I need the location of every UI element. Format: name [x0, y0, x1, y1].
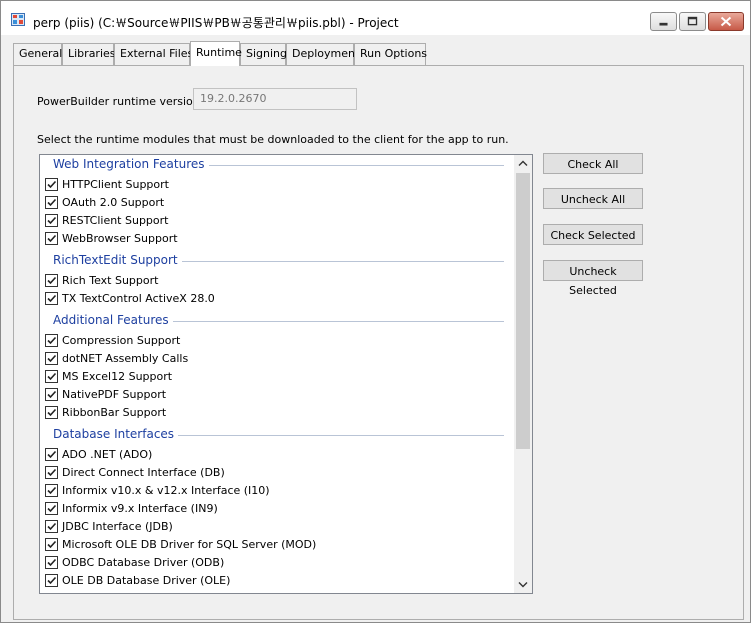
module-checkbox[interactable] — [45, 196, 58, 209]
module-label: OAuth 2.0 Support — [62, 196, 165, 209]
tab-run-options[interactable]: Run Options — [354, 43, 427, 65]
group-header: RichTextEdit Support — [53, 253, 178, 267]
runtime-version-label: PowerBuilder runtime version: — [37, 95, 204, 108]
module-label: RESTClient Support — [62, 214, 169, 227]
check-all-button[interactable]: Check All — [543, 153, 643, 174]
checkmark-icon — [47, 336, 57, 345]
checkmark-icon — [47, 450, 57, 459]
minimize-button[interactable] — [650, 12, 677, 31]
chevron-up-icon — [518, 160, 528, 166]
vertical-scrollbar[interactable] — [514, 155, 532, 593]
module-checkbox[interactable] — [45, 292, 58, 305]
module-checkbox[interactable] — [45, 484, 58, 497]
runtime-modules-list[interactable]: Web Integration Features HTTPClient Suppo… — [39, 154, 533, 594]
checkmark-icon — [47, 180, 57, 189]
scroll-thumb[interactable] — [516, 173, 530, 449]
module-checkbox[interactable] — [45, 388, 58, 401]
module-checkbox[interactable] — [45, 178, 58, 191]
project-icon — [11, 13, 25, 26]
runtime-version-field: 19.2.0.2670 — [193, 88, 357, 110]
checkmark-icon — [47, 504, 57, 513]
module-label: Rich Text Support — [62, 274, 159, 287]
checkmark-icon — [47, 540, 57, 549]
module-label: Microsoft OLE DB Driver for SQL Server (… — [62, 538, 317, 551]
runtime-panel: PowerBuilder runtime version: 19.2.0.267… — [13, 65, 744, 620]
checkmark-icon — [47, 198, 57, 207]
scroll-up-button[interactable] — [514, 155, 532, 172]
module-label: dotNET Assembly Calls — [62, 352, 189, 365]
close-icon — [720, 16, 732, 27]
check-selected-button[interactable]: Check Selected — [543, 224, 643, 245]
checkmark-icon — [47, 558, 57, 567]
module-checkbox[interactable] — [45, 520, 58, 533]
module-checkbox[interactable] — [45, 448, 58, 461]
module-checkbox[interactable] — [45, 352, 58, 365]
checkmark-icon — [47, 372, 57, 381]
checkmark-icon — [47, 408, 57, 417]
tab-deployment[interactable]: Deployment — [286, 43, 359, 65]
group-divider — [173, 321, 504, 322]
checkmark-icon — [47, 234, 57, 243]
group-divider — [209, 165, 504, 166]
module-checkbox[interactable] — [45, 556, 58, 569]
maximize-icon — [687, 16, 698, 26]
tab-general[interactable]: General — [13, 43, 62, 65]
module-label: RibbonBar Support — [62, 406, 167, 419]
group-header: Database Interfaces — [53, 427, 175, 441]
module-label: MS Excel12 Support — [62, 370, 173, 383]
minimize-icon — [659, 22, 668, 26]
module-label: Informix v9.x Interface (IN9) — [62, 502, 218, 515]
tab-runtime[interactable]: Runtime — [190, 41, 242, 66]
tab-libraries[interactable]: Libraries — [62, 43, 116, 65]
module-checkbox[interactable] — [45, 370, 58, 383]
checkmark-icon — [47, 522, 57, 531]
maximize-button[interactable] — [679, 12, 706, 31]
module-checkbox[interactable] — [45, 466, 58, 479]
module-checkbox[interactable] — [45, 538, 58, 551]
module-label: JDBC Interface (JDB) — [62, 520, 173, 533]
module-label: TX TextControl ActiveX 28.0 — [62, 292, 215, 305]
scroll-down-button[interactable] — [514, 576, 532, 593]
tab-signing[interactable]: Signing — [240, 43, 287, 65]
group-divider — [178, 435, 504, 436]
module-label: ODBC Database Driver (ODB) — [62, 556, 225, 569]
close-button[interactable] — [708, 12, 744, 31]
instructions-text: Select the runtime modules that must be … — [37, 133, 509, 146]
tab-external-files[interactable]: External Files — [114, 43, 193, 65]
module-label: ADO .NET (ADO) — [62, 448, 153, 461]
title-bar[interactable]: perp (piis) (C:￦Source￦PIIS￦PB￦공통관리￦piis… — [1, 1, 750, 35]
module-label: WebBrowser Support — [62, 232, 178, 245]
checkmark-icon — [47, 390, 57, 399]
module-checkbox[interactable] — [45, 406, 58, 419]
group-header: Web Integration Features — [53, 157, 205, 171]
checkmark-icon — [47, 294, 57, 303]
module-checkbox[interactable] — [45, 274, 58, 287]
module-label: Direct Connect Interface (DB) — [62, 466, 225, 479]
chevron-down-icon — [518, 582, 528, 588]
project-window: perp (piis) (C:￦Source￦PIIS￦PB￦공통관리￦piis… — [0, 0, 751, 623]
checkmark-icon — [47, 354, 57, 363]
module-label: OLE DB Database Driver (OLE) — [62, 574, 231, 587]
uncheck-selected-button[interactable]: Uncheck Selected — [543, 260, 643, 297]
checkmark-icon — [47, 468, 57, 477]
module-label: NativePDF Support — [62, 388, 167, 401]
checkmark-icon — [47, 216, 57, 225]
module-checkbox[interactable] — [45, 232, 58, 245]
group-header: Additional Features — [53, 313, 169, 327]
module-checkbox[interactable] — [45, 574, 58, 587]
module-checkbox[interactable] — [45, 334, 58, 347]
checkmark-icon — [47, 276, 57, 285]
checkmark-icon — [47, 486, 57, 495]
module-label: Compression Support — [62, 334, 181, 347]
module-label: HTTPClient Support — [62, 178, 169, 191]
checkmark-icon — [47, 576, 57, 585]
uncheck-all-button[interactable]: Uncheck All — [543, 188, 643, 209]
module-label: Informix v10.x & v12.x Interface (I10) — [62, 484, 270, 497]
group-divider — [182, 261, 504, 262]
module-checkbox[interactable] — [45, 502, 58, 515]
module-checkbox[interactable] — [45, 214, 58, 227]
window-title: perp (piis) (C:￦Source￦PIIS￦PB￦공통관리￦piis… — [33, 16, 399, 30]
